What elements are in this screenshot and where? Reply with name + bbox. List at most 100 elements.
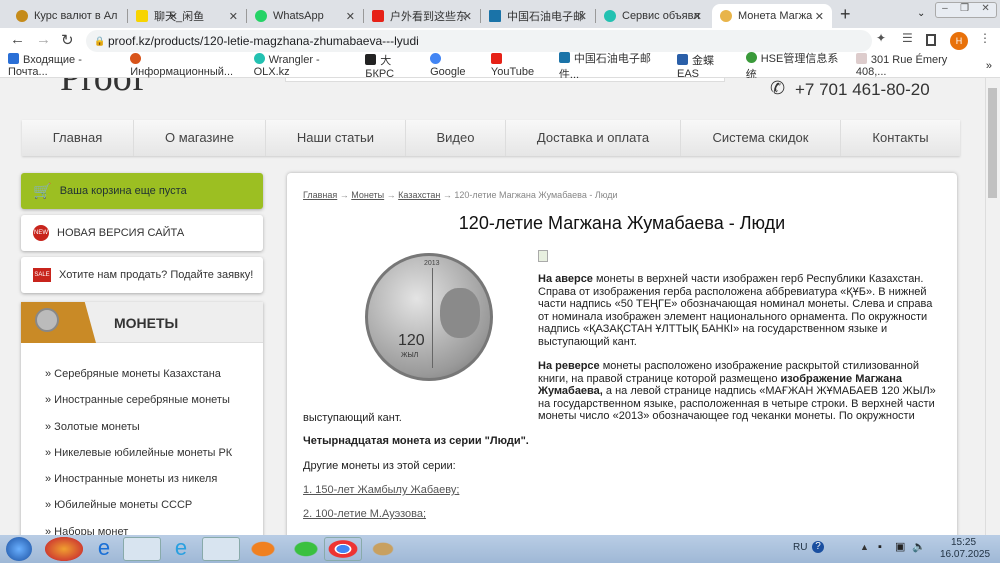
mail-icon [558,51,570,63]
bookmark-mail-cn[interactable]: 中国石油电子邮件... [558,50,663,82]
maximize-icon[interactable]: ❐ [960,3,969,17]
bookmark-favicon [365,53,377,65]
new-tab-button[interactable]: + [840,4,851,25]
tab-search-chevron-icon[interactable]: ⌄ [917,8,925,19]
bookmark-inbox[interactable]: Входящие - Почта... [8,53,116,78]
tab-xianyu[interactable]: 聊天_闲鱼 ✕ [128,4,246,28]
category-kz-silver[interactable]: » Серебряные монеты Казахстана [45,361,232,387]
reverse-text-end: выступающий кант. [303,412,402,424]
tab-olx[interactable]: Сервис объявл ✕ [596,4,710,28]
coins-menu-header: МОНЕТЫ [21,302,263,343]
category-foreign-silver[interactable]: » Иностранные серебряные монеты [45,387,232,413]
book-spine [432,268,433,368]
tab-active-moneta[interactable]: Монета Магжа ✕ [712,4,832,28]
bookmark-bkrs[interactable]: 大БКРС [365,52,416,80]
taskbar: e e RU ? ▲ ▪ ▣ 🔈 15:25 16.07.2025 [0,535,1000,563]
minimize-icon[interactable]: – [942,3,948,17]
side-panel-icon[interactable] [926,34,936,46]
nav-delivery[interactable]: Доставка и оплата [506,120,681,156]
close-window-icon[interactable]: ✕ [981,3,989,17]
forward-icon[interactable]: → [36,31,51,48]
nav-home[interactable]: Главная [22,120,134,156]
coin-image: 2013 120 ЖЫЛ [365,253,493,381]
explorer-icon[interactable] [202,537,240,561]
breadcrumb-home[interactable]: Главная [303,190,337,200]
close-icon[interactable]: ✕ [693,10,702,23]
new-version-link[interactable]: NEW НОВАЯ ВЕРСИЯ САЙТА [21,215,263,251]
nav-contacts[interactable]: Контакты [841,120,960,156]
help-icon[interactable]: ? [812,541,824,553]
app-icon[interactable] [45,537,83,561]
category-nickel-kz[interactable]: » Никелевые юбилейные монеты РК [45,440,232,466]
close-icon[interactable]: ✕ [346,10,355,23]
olx-icon [253,53,265,64]
bookmark-google[interactable]: Google [430,53,477,78]
bookmark-olx[interactable]: Wrangler - OLX.kz [253,53,352,78]
nav-articles[interactable]: Наши статьи [266,120,406,156]
sell-request-link[interactable]: SALE Хотите нам продать? Подайте заявку! [21,257,263,293]
extensions-icon[interactable]: ✦ [876,31,886,45]
bookmark-hse[interactable]: HSE管理信息系统 [745,50,842,82]
tab-youtube[interactable]: 户外看到这些东 ✕ [364,4,480,28]
nav-about[interactable]: О магазине [134,120,266,156]
close-icon[interactable]: ✕ [229,10,238,23]
more-bookmarks-icon[interactable]: » [986,60,992,72]
safely-remove-icon[interactable]: ▪ [878,541,882,553]
phone-number[interactable]: +7 701 461-80-20 [795,80,930,100]
nav-video[interactable]: Видео [406,120,506,156]
mail-icon [8,53,19,64]
category-sets[interactable]: » Наборы монет [45,519,232,535]
network-icon[interactable]: ▣ [895,540,905,553]
broken-image-icon [538,250,548,262]
search-box[interactable] [285,78,725,82]
page-title: 120-летие Магжана Жумабаева - Люди [458,213,786,233]
bookmark-favicon [745,51,757,63]
clock-time[interactable]: 15:25 [951,537,976,548]
close-icon[interactable]: ✕ [578,10,587,23]
tab-whatsapp[interactable]: WhatsApp ✕ [247,4,363,28]
cart-box[interactable]: 🛒 Ваша корзина еще пуста [21,173,263,209]
language-indicator[interactable]: RU [793,542,807,553]
nav-discounts[interactable]: Система скидок [681,120,841,156]
start-button[interactable] [6,537,32,561]
clock-date[interactable]: 16.07.2025 [940,549,990,560]
breadcrumb-kazakhstan[interactable]: Казахстан [398,190,440,200]
ie-icon[interactable]: e [162,537,200,561]
close-icon[interactable]: ✕ [463,10,472,23]
new-badge-icon: NEW [33,225,49,241]
reading-list-icon[interactable]: ☰ [902,31,913,45]
site-logo[interactable]: Proof [60,78,144,100]
category-ussr[interactable]: » Юбилейные монеты СССР [45,492,232,518]
scrollbar-thumb[interactable] [988,88,997,198]
media-player-icon[interactable] [244,537,282,561]
reload-icon[interactable]: ↻ [61,31,74,49]
show-hidden-icons[interactable]: ▲ [860,542,869,552]
wechat-icon[interactable] [287,537,325,561]
category-foreign-nickel[interactable]: » Иностранные монеты из никеля [45,466,232,492]
profile-avatar[interactable]: H [950,32,968,50]
breadcrumb-coins[interactable]: Монеты [351,190,384,200]
bookmark-eas[interactable]: 金蝶EAS [676,52,732,80]
obverse-text: На аверсе монеты в верхней части изображ… [538,273,936,422]
paint-icon[interactable] [364,537,402,561]
bookmark-rue-emery[interactable]: 301 Rue Émery 408,... [855,53,972,78]
coins-menu-title: МОНЕТЫ [114,315,179,331]
tab-mail[interactable]: 中国石油电子邮 ✕ [481,4,595,28]
bookmark-favicon [130,53,142,64]
outlook-icon[interactable] [123,537,161,561]
bookmark-info[interactable]: Информационный... [130,53,239,78]
other-coins-label: Другие монеты из этой серии: [303,460,456,472]
bookmark-youtube[interactable]: YouTube [490,53,545,78]
close-icon[interactable]: ✕ [815,10,824,23]
coin-category-list: » Серебряные монеты Казахстана » Иностра… [45,361,232,535]
series-link-2[interactable]: 2. 100-летие М.Ауэзова; [303,508,426,520]
portrait [440,288,480,338]
chrome-icon[interactable] [324,537,362,561]
category-gold[interactable]: » Золотые монеты [45,414,232,440]
series-link-1[interactable]: 1. 150-лет Жамбылу Жабаеву; [303,484,459,496]
phone-icon: ✆ [770,78,786,98]
ie-icon[interactable]: e [85,537,123,561]
menu-icon[interactable]: ⋮ [979,31,991,45]
back-icon[interactable]: ← [10,31,25,48]
volume-icon[interactable]: 🔈 [912,540,926,553]
